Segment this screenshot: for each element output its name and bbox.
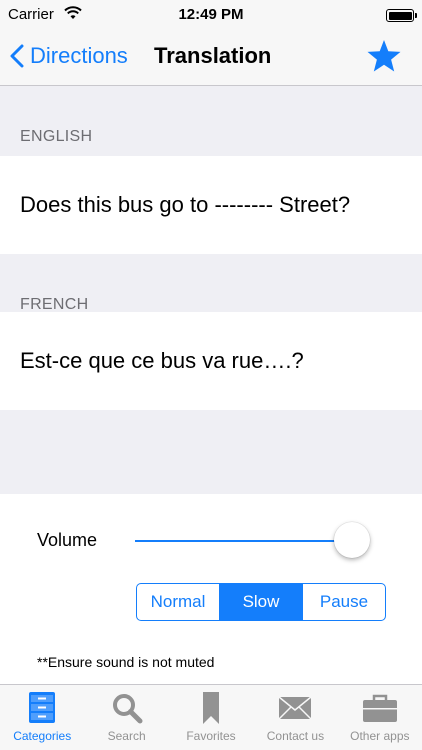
- tab-search[interactable]: Search: [84, 685, 168, 750]
- briefcase-icon: [362, 691, 398, 725]
- playback-speed-control: Normal Slow Pause: [136, 583, 386, 621]
- tab-other-apps[interactable]: Other apps: [338, 685, 422, 750]
- tab-contact-us[interactable]: Contact us: [253, 685, 337, 750]
- navigation-bar: Directions Translation: [0, 30, 422, 86]
- audio-controls-panel: Volume Normal Slow Pause **Ensure sound …: [0, 494, 422, 684]
- cabinet-icon: [27, 691, 57, 725]
- volume-slider-thumb[interactable]: [334, 522, 370, 558]
- english-section-header: ENGLISH: [0, 86, 422, 156]
- back-button[interactable]: Directions: [10, 38, 128, 74]
- volume-label: Volume: [37, 530, 98, 550]
- bookmark-icon: [202, 691, 220, 725]
- spacer: [0, 410, 422, 494]
- envelope-icon: [278, 691, 312, 725]
- status-time: 12:49 PM: [178, 6, 244, 23]
- star-icon: [367, 40, 401, 72]
- status-bar: Carrier 12:49 PM: [0, 0, 422, 30]
- page-title: Translation: [154, 43, 272, 68]
- french-phrase: Est-ce que ce bus va rue….?: [20, 348, 304, 373]
- favorite-star-button[interactable]: [366, 39, 402, 78]
- tab-label: Categories: [13, 729, 72, 743]
- french-text-cell: Est-ce que ce bus va rue….?: [0, 312, 422, 410]
- magnifier-icon: [111, 691, 143, 725]
- pause-button[interactable]: Pause: [303, 584, 385, 620]
- battery-icon: [386, 9, 417, 22]
- volume-slider-track[interactable]: [135, 540, 353, 542]
- english-header-label: ENGLISH: [20, 128, 93, 145]
- normal-speed-button[interactable]: Normal: [137, 584, 220, 620]
- slow-speed-button[interactable]: Slow: [220, 584, 303, 620]
- mute-warning-note: **Ensure sound is not muted: [37, 654, 215, 670]
- tab-categories[interactable]: Categories: [0, 685, 84, 750]
- english-text-cell: Does this bus go to -------- Street?: [0, 156, 422, 254]
- tab-label: Other apps: [350, 729, 410, 743]
- tab-label: Search: [107, 729, 146, 743]
- english-phrase: Does this bus go to -------- Street?: [20, 192, 351, 217]
- chevron-left-icon: [10, 44, 24, 68]
- tab-label: Contact us: [266, 729, 325, 743]
- tab-label: Favorites: [186, 729, 236, 743]
- tab-bar: Categories Search Favorites Contact us O…: [0, 684, 422, 750]
- tab-favorites[interactable]: Favorites: [169, 685, 253, 750]
- back-button-label: Directions: [30, 43, 128, 68]
